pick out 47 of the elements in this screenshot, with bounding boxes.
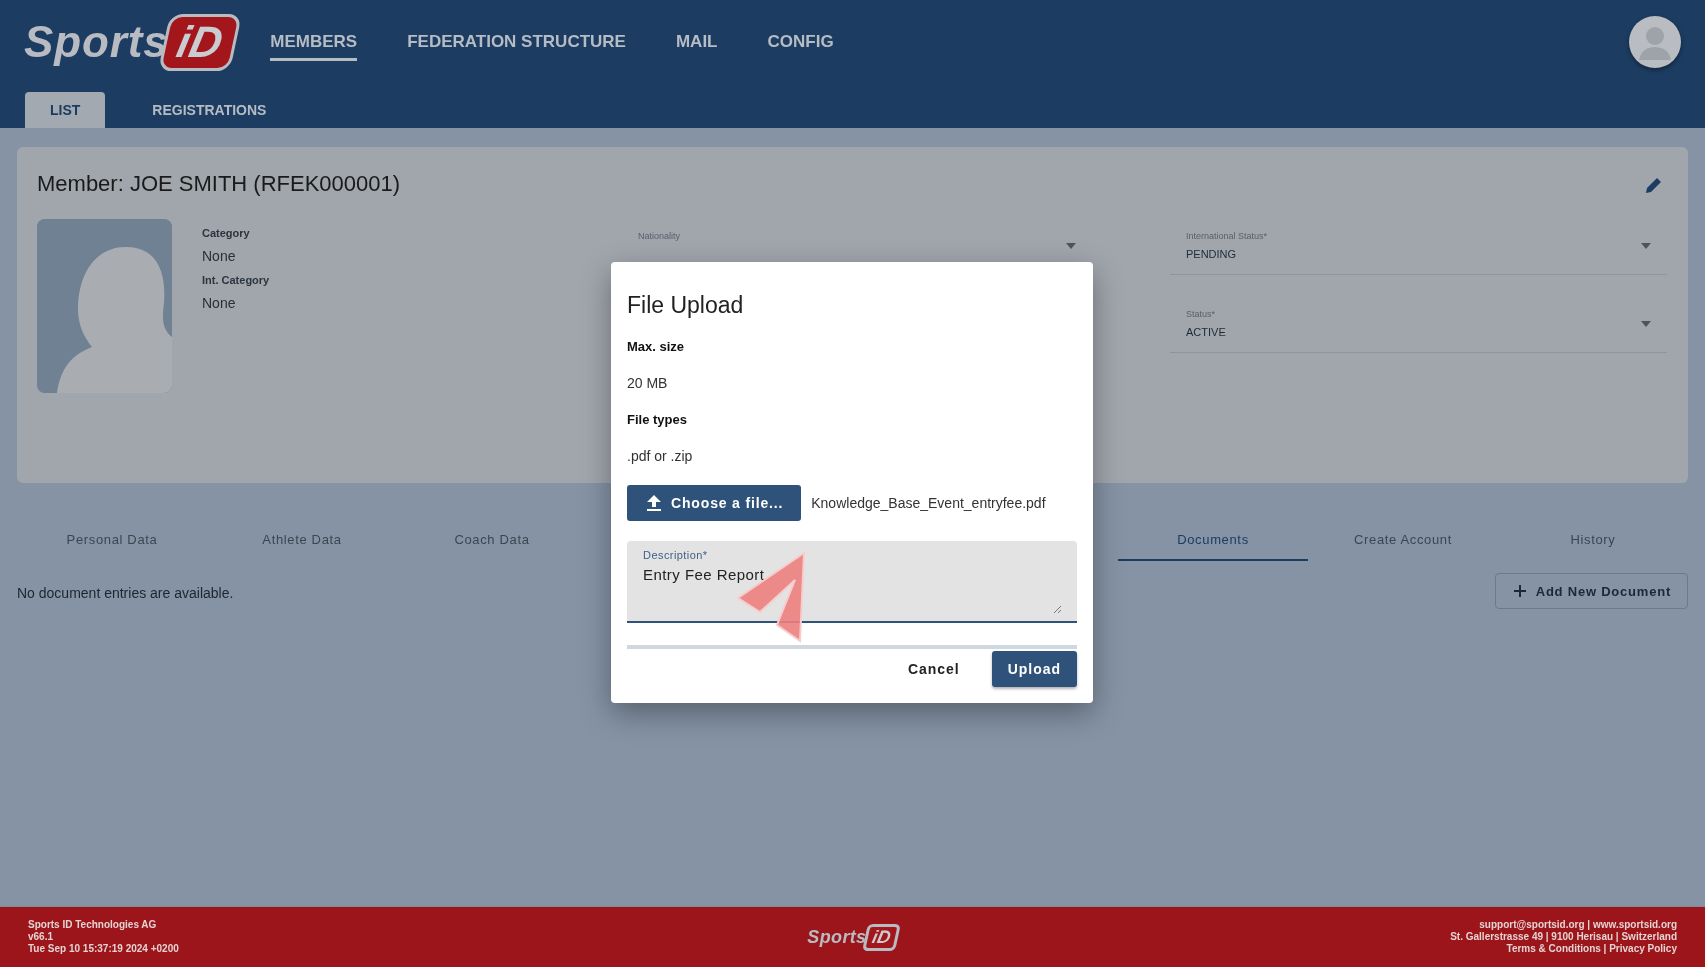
nav-tab[interactable]: FEDERATION STRUCTURE [407,23,626,61]
logo: Sports iD [24,13,237,71]
empty-message: No document entries are available. [17,585,234,601]
dialog-title: File Upload [627,292,745,319]
max-size-value: 20 MB [627,375,669,391]
select-field[interactable]: International Status* PENDING [1170,219,1667,275]
field-label: Category [202,227,251,239]
file-name: Knowledge_Base_Event_entryfee.pdf [811,495,1046,511]
description-field[interactable]: Description* Entry Fee Report [627,541,1077,623]
detail-tab[interactable]: History [1498,519,1688,561]
pencil-icon[interactable] [1644,175,1664,195]
select-field[interactable]: Status* ACTIVE [1170,297,1667,353]
nav-tab[interactable]: CONFIG [767,23,834,61]
choose-file-button[interactable]: Choose a file... [627,485,802,521]
resize-handle-icon[interactable] [1053,605,1061,613]
nav-tab[interactable]: MAIL [675,23,718,61]
cancel-button[interactable]: Cancel [891,651,976,687]
field-value: None [202,295,237,311]
upload-button[interactable]: Upload [991,651,1077,687]
file-types-label: File types [627,412,688,427]
file-types-value: .pdf or .zip [627,448,694,464]
member-title: Member: JOE SMITH (RFEK000001) [37,171,401,197]
caret-icon [1066,243,1076,249]
sub-tab[interactable]: LIST [25,92,106,128]
footer-text: St. Gallerstrasse 49 | 9100 Herisau | Switzerland [1450,931,1677,943]
field-label: Int. Category [202,274,271,286]
detail-tab[interactable]: Documents [1118,519,1308,561]
plus-icon [1513,585,1526,597]
footer-text: Tue Sep 10 15:37:19 2024 +0200 [28,943,180,955]
add-document-button[interactable]: Add New Document [1494,573,1688,609]
footer-logo: Sports iD [807,923,898,951]
caret-icon [1641,243,1651,249]
caret-icon [1641,321,1651,327]
detail-tab[interactable]: Coach Data [397,519,587,561]
field-value: None [202,248,237,264]
sub-tab[interactable]: REGISTRATIONS [127,92,292,128]
upload-icon [647,495,661,511]
footer-text: support@sportsid.org | www.sportsid.org [1479,919,1677,931]
footer-text: Terms & Conditions | Privacy Policy [1506,943,1677,955]
detail-tab[interactable]: Personal Data [17,519,207,561]
max-size-label: Max. size [627,339,686,354]
user-avatar-icon[interactable] [1629,16,1681,68]
detail-tab[interactable]: Create Account [1308,519,1498,561]
footer-text: v66.1 [28,931,55,943]
footer-text: Sports ID Technologies AG [28,919,158,931]
nav-tab[interactable]: MEMBERS [270,23,358,61]
detail-tab[interactable]: Athlete Data [207,519,397,561]
